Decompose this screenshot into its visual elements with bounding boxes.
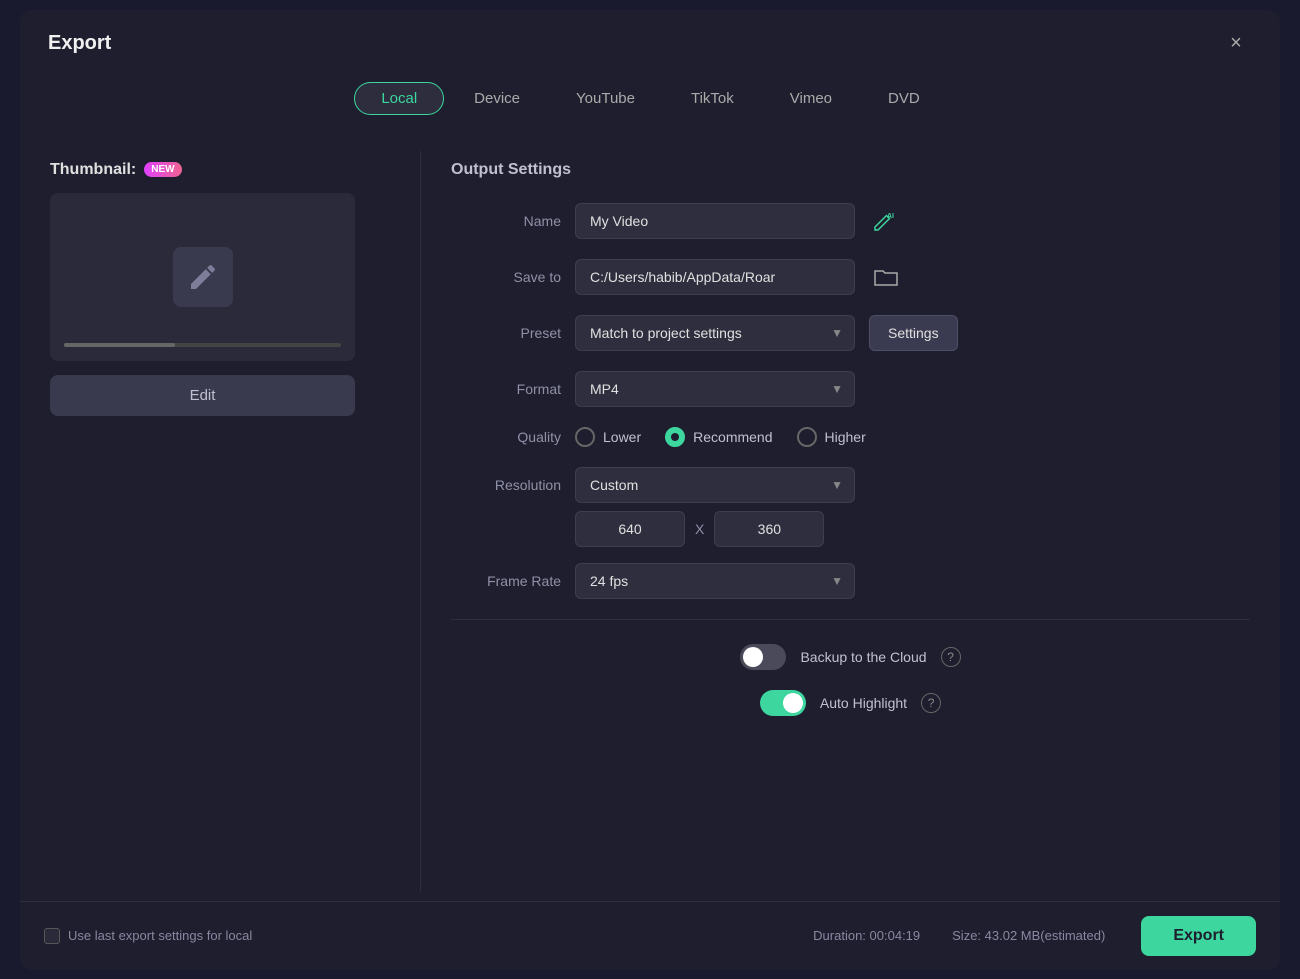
export-dialog: Export × Local Device YouTube TikTok Vim…: [20, 10, 1280, 970]
last-export-label: Use last export settings for local: [68, 928, 252, 943]
thumbnail-label-text: Thumbnail:: [50, 161, 136, 179]
folder-icon[interactable]: [873, 265, 899, 289]
resolution-select-wrap: Custom ▼: [575, 467, 855, 503]
resolution-height-input[interactable]: [714, 511, 824, 547]
resolution-label: Resolution: [451, 477, 561, 493]
resolution-width-input[interactable]: [575, 511, 685, 547]
frame-rate-select-wrap: 24 fps ▼: [575, 563, 855, 599]
auto-highlight-help-icon[interactable]: ?: [921, 693, 941, 713]
ai-pencil-icon: AI: [869, 207, 897, 235]
last-export-wrap: Use last export settings for local: [44, 928, 797, 944]
format-select[interactable]: MP4: [575, 371, 855, 407]
tab-bar: Local Device YouTube TikTok Vimeo DVD: [20, 74, 1280, 131]
frame-rate-select[interactable]: 24 fps: [575, 563, 855, 599]
ai-icon[interactable]: AI: [869, 207, 897, 235]
last-export-checkbox[interactable]: [44, 928, 60, 944]
auto-highlight-toggle-knob: [783, 693, 803, 713]
settings-button[interactable]: Settings: [869, 315, 958, 351]
folder-open-icon: [873, 265, 899, 289]
main-content: Thumbnail: NEW Edit Output Settings Name: [20, 131, 1280, 901]
auto-highlight-toggle[interactable]: [760, 690, 806, 716]
tab-tiktok[interactable]: TikTok: [665, 83, 760, 114]
quality-row: Quality Lower Recommend Higher: [451, 427, 1250, 447]
frame-rate-label: Frame Rate: [451, 573, 561, 589]
thumbnail-section-header: Thumbnail: NEW: [50, 161, 400, 179]
preset-row: Preset Match to project settings ▼ Setti…: [451, 315, 1250, 351]
save-to-label: Save to: [451, 269, 561, 285]
new-badge: NEW: [144, 162, 181, 177]
preset-label: Preset: [451, 325, 561, 341]
backup-cloud-toggle[interactable]: [740, 644, 786, 670]
name-input[interactable]: [575, 203, 855, 239]
pencil-icon: [187, 261, 219, 293]
quality-recommend-radio[interactable]: [665, 427, 685, 447]
tab-device[interactable]: Device: [448, 83, 546, 114]
frame-rate-row: Frame Rate 24 fps ▼: [451, 563, 1250, 599]
resolution-select[interactable]: Custom: [575, 467, 855, 503]
quality-lower-label: Lower: [603, 429, 641, 445]
auto-highlight-label: Auto Highlight: [820, 695, 907, 711]
export-button[interactable]: Export: [1141, 916, 1256, 956]
tab-youtube[interactable]: YouTube: [550, 83, 661, 114]
quality-lower-radio[interactable]: [575, 427, 595, 447]
thumbnail-progress-bar: [64, 343, 341, 347]
quality-options: Lower Recommend Higher: [575, 427, 866, 447]
name-label: Name: [451, 213, 561, 229]
duration-label: Duration: 00:04:19: [813, 928, 920, 943]
preset-select[interactable]: Match to project settings: [575, 315, 855, 351]
right-panel: Output Settings Name AI Save to: [421, 141, 1260, 901]
backup-cloud-toggle-knob: [743, 647, 763, 667]
tab-vimeo[interactable]: Vimeo: [764, 83, 858, 114]
auto-highlight-row: Auto Highlight ?: [451, 690, 1250, 716]
quality-recommend-label: Recommend: [693, 429, 772, 445]
quality-higher-option[interactable]: Higher: [797, 427, 866, 447]
resolution-dimensions-row: X: [575, 511, 1250, 547]
save-to-input[interactable]: [575, 259, 855, 295]
format-label: Format: [451, 381, 561, 397]
footer-meta: Duration: 00:04:19 Size: 43.02 MB(estima…: [813, 928, 1105, 943]
format-select-wrap: MP4 ▼: [575, 371, 855, 407]
thumbnail-progress-fill: [64, 343, 175, 347]
name-row: Name AI: [451, 203, 1250, 239]
output-settings-title: Output Settings: [451, 161, 1250, 179]
footer: Use last export settings for local Durat…: [20, 901, 1280, 970]
resolution-x-separator: X: [695, 521, 704, 537]
title-bar: Export ×: [20, 10, 1280, 74]
quality-label: Quality: [451, 429, 561, 445]
size-label: Size: 43.02 MB(estimated): [952, 928, 1105, 943]
thumbnail-preview: [50, 193, 355, 361]
save-to-row: Save to: [451, 259, 1250, 295]
close-button[interactable]: ×: [1220, 28, 1252, 60]
thumbnail-icon: [173, 247, 233, 307]
svg-text:AI: AI: [887, 213, 894, 220]
resolution-row: Resolution Custom ▼: [451, 467, 1250, 503]
quality-lower-option[interactable]: Lower: [575, 427, 641, 447]
settings-divider: [451, 619, 1250, 620]
quality-recommend-option[interactable]: Recommend: [665, 427, 772, 447]
quality-higher-radio[interactable]: [797, 427, 817, 447]
edit-thumbnail-button[interactable]: Edit: [50, 375, 355, 416]
backup-cloud-row: Backup to the Cloud ?: [451, 644, 1250, 670]
format-row: Format MP4 ▼: [451, 371, 1250, 407]
backup-cloud-label: Backup to the Cloud: [800, 649, 926, 665]
tab-dvd[interactable]: DVD: [862, 83, 946, 114]
left-panel: Thumbnail: NEW Edit: [40, 141, 420, 901]
quality-higher-label: Higher: [825, 429, 866, 445]
dialog-title: Export: [48, 32, 111, 55]
preset-select-wrap: Match to project settings ▼: [575, 315, 855, 351]
backup-cloud-help-icon[interactable]: ?: [941, 647, 961, 667]
tab-local[interactable]: Local: [354, 82, 444, 115]
